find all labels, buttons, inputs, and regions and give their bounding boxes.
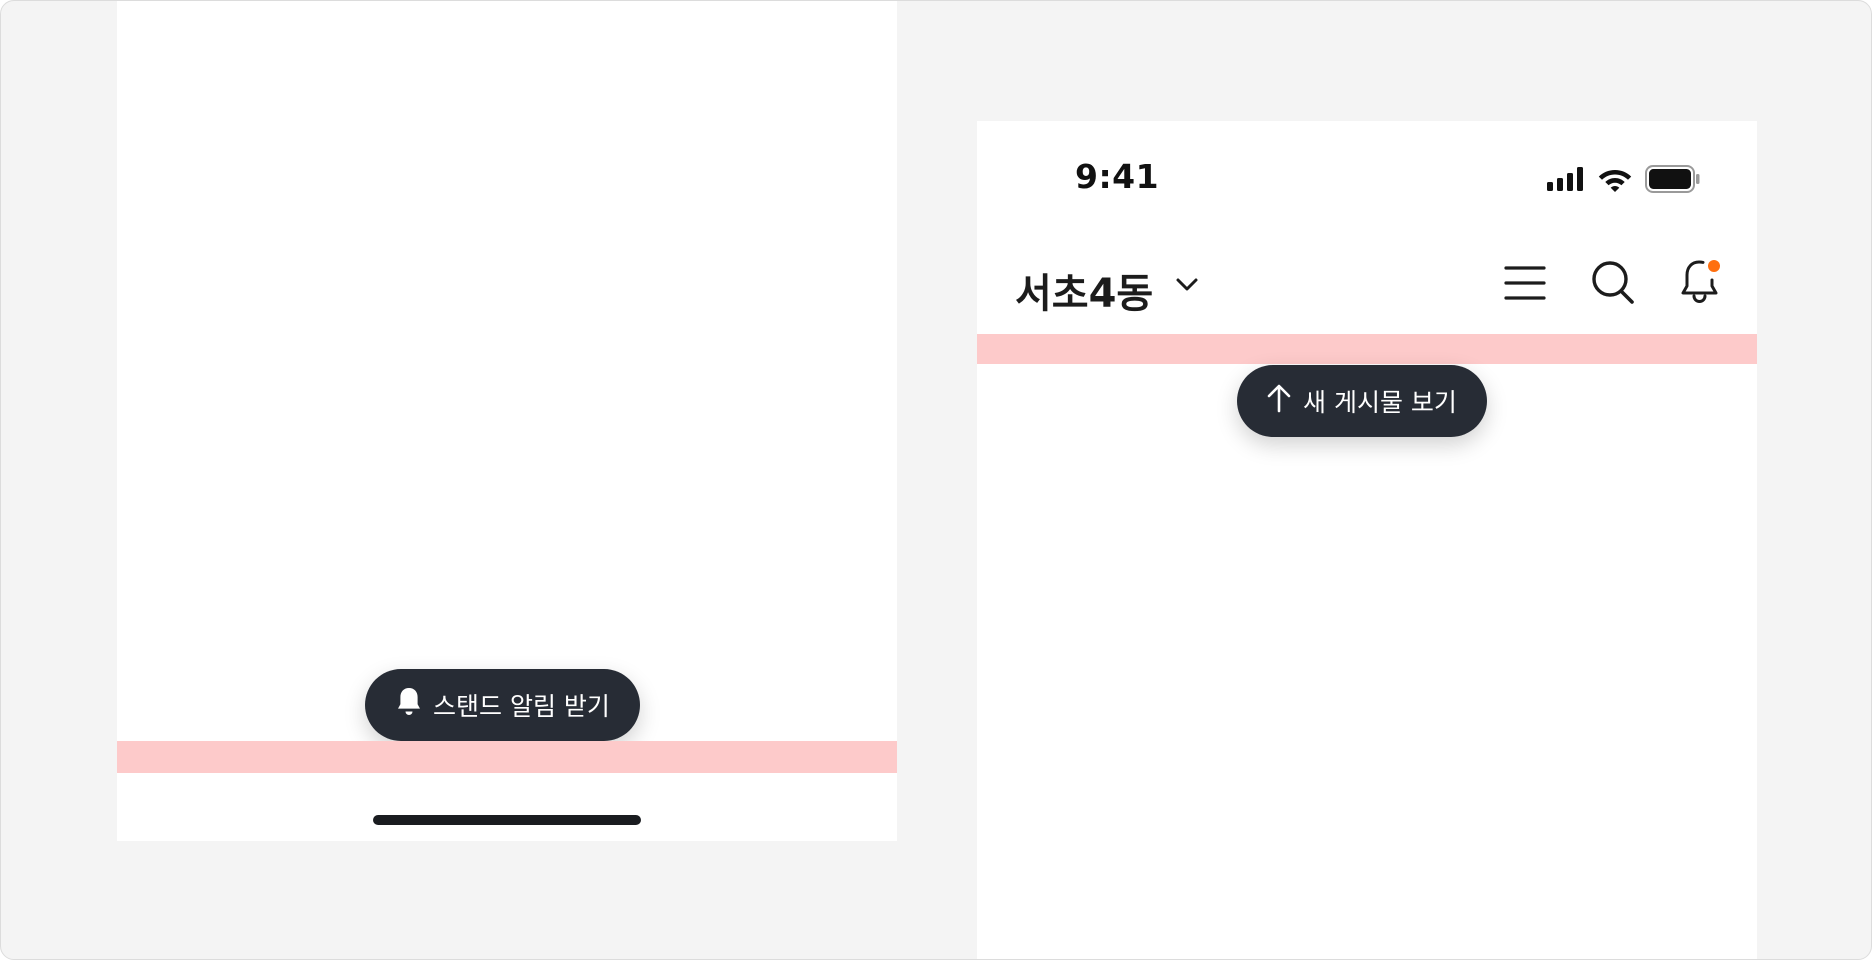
home-indicator <box>373 815 641 825</box>
notification-dot <box>1708 260 1720 272</box>
new-posts-label: 새 게시물 보기 <box>1303 388 1457 417</box>
cellular-signal-icon <box>1547 167 1585 195</box>
status-time: 9:41 <box>1075 157 1160 196</box>
bell-icon[interactable] <box>1679 259 1723 307</box>
stand-alert-label: 스탠드 알림 받기 <box>433 692 610 721</box>
wifi-icon <box>1597 166 1633 196</box>
stand-alert-button[interactable]: 스탠드 알림 받기 <box>365 669 640 741</box>
bell-filled-icon <box>395 686 423 724</box>
battery-icon <box>1645 165 1701 197</box>
canvas: 스탠드 알림 받기 9:41 서초4동 새 게시물 보기 <box>0 0 1872 960</box>
right-phone-screen: 9:41 서초4동 새 게시물 보기 <box>977 121 1757 959</box>
new-posts-button[interactable]: 새 게시물 보기 <box>1237 365 1487 437</box>
left-phone-screen: 스탠드 알림 받기 <box>117 1 897 841</box>
arrow-up-icon <box>1265 383 1293 419</box>
menu-icon[interactable] <box>1503 259 1547 307</box>
location-title[interactable]: 서초4동 <box>1015 261 1153 319</box>
app-header: 서초4동 <box>977 251 1757 323</box>
bottom-safe-area-highlight <box>117 741 897 773</box>
search-icon[interactable] <box>1591 259 1635 307</box>
header-bottom-highlight <box>977 334 1757 364</box>
status-icons <box>1547 165 1701 197</box>
chevron-down-icon[interactable] <box>1173 271 1201 299</box>
